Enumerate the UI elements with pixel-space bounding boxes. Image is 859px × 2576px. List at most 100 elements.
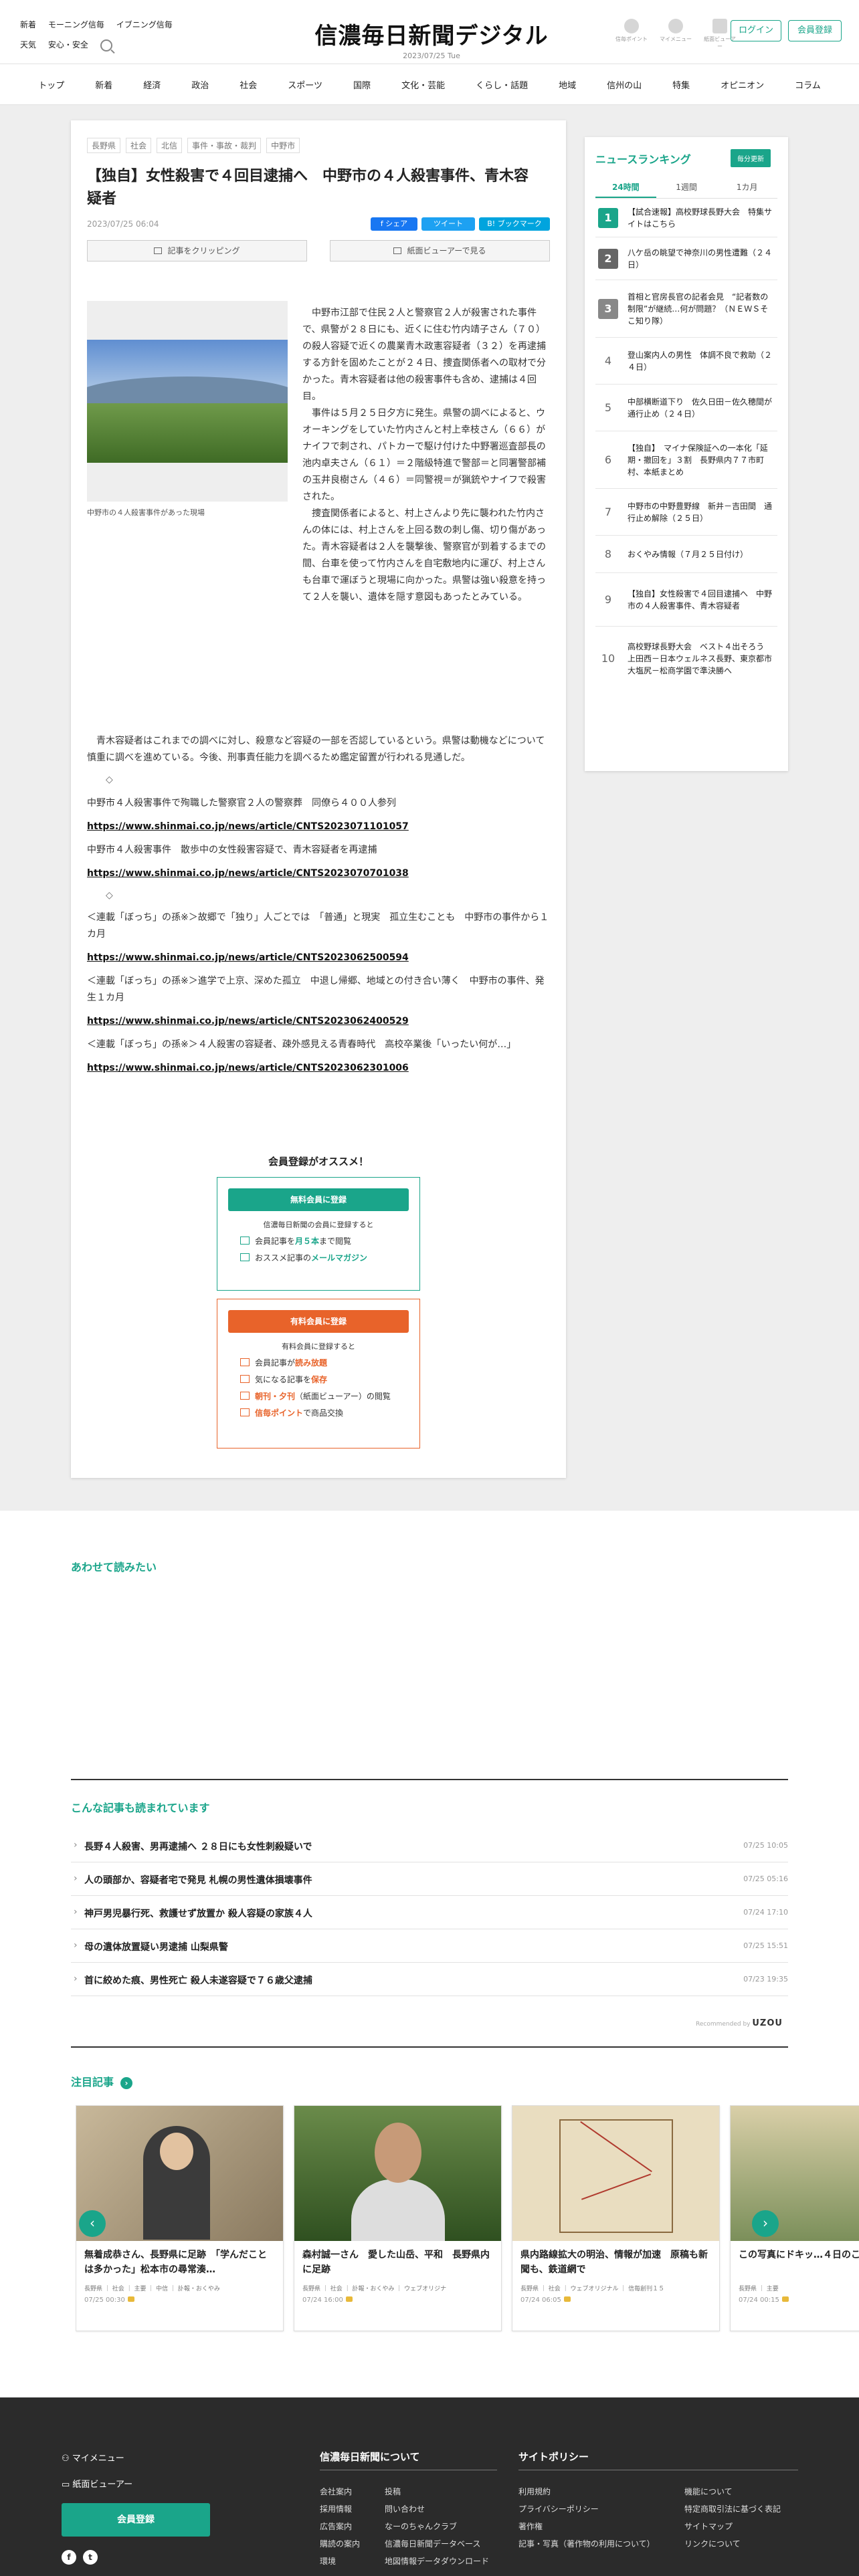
clip-icon (154, 247, 163, 254)
footer-mymenu-link[interactable]: ⚇ マイメニュー (62, 2451, 210, 2464)
related-text: ＜連載「ぼっち」の孫※＞故郷で「独り」人ごとでは 「普通」と現実 孤立生むことも… (87, 912, 549, 940)
related-link[interactable]: https://www.shinmai.co.jp/news/article/C… (87, 1060, 550, 1077)
user-icon (668, 19, 683, 33)
ranking-item[interactable]: 9 【独自】女性殺害で４回目逮捕へ 中野市の４人殺害事件、青木容疑者 (595, 573, 777, 627)
nav-item[interactable]: 信州の山 (591, 78, 657, 91)
benefit-item: 朝刊・夕刊（紙面ビューアー）の閲覧 (240, 1390, 409, 1402)
ranking-item[interactable]: 5 中部横断道下り 佐久日田－佐久穂間が通行止め（２４日） (595, 385, 777, 431)
twitter-icon[interactable]: t (83, 2550, 98, 2565)
card-categories: 長野県 ｜ 社会 ｜ 訃報・おくやみ ｜ ウェブオリジナ (302, 2286, 447, 2292)
carousel-next-button[interactable]: › (752, 2210, 779, 2237)
related-link[interactable]: https://www.shinmai.co.jp/news/article/C… (87, 950, 550, 966)
featured-card[interactable]: 県内路線拡大の明治、情報が加速 原稿も新聞も、鉄道網で 長野県 ｜ 社会 ｜ ウ… (512, 2105, 720, 2331)
nav-item[interactable]: 社会 (224, 78, 272, 91)
tab-1month[interactable]: 1カ月 (717, 177, 777, 198)
nav-item[interactable]: コラム (779, 78, 836, 91)
ranking-item[interactable]: 7 中野市の中野豊野線 新井－吉田間 通行止め解除（２５日） (595, 489, 777, 536)
article-title: 【独自】女性殺害で４回目逮捕へ 中野市の４人殺害事件、青木容疑者 (87, 168, 529, 207)
paragraph: 中野市江部で住民２人と警察官２人が殺害された事件で、県警が２８日にも、近くに住む… (302, 308, 546, 402)
link-evening[interactable]: イブニング信毎 (116, 20, 173, 29)
ranking-item[interactable]: 2 八ケ岳の眺望で神奈川の男性遭難（２４日） (595, 237, 777, 280)
lock-icon (127, 2296, 134, 2302)
article-card: 長野県 社会 北信 事件・事故・裁判 中野市 【独自】女性殺害で４回目逮捕へ 中… (71, 120, 566, 1478)
twitter-share-button[interactable]: ツイート (421, 217, 475, 231)
mymenu-button[interactable]: マイメニュー (658, 19, 693, 50)
tag[interactable]: 事件・事故・裁判 (187, 138, 262, 153)
nav-item[interactable]: くらし・話題 (460, 78, 543, 91)
related-link[interactable]: https://www.shinmai.co.jp/news/article/C… (87, 1013, 550, 1030)
card-image (731, 2106, 859, 2241)
nav-item[interactable]: 経済 (128, 78, 176, 91)
recommend-credit[interactable]: Recommended by UZOU (696, 2018, 783, 2028)
nav-item[interactable]: 政治 (176, 78, 224, 91)
site-footer: ⚇ マイメニュー ▭ 紙面ビューアー 会員登録 ft 信濃毎日新聞について 会社… (0, 2397, 859, 2576)
ranking-header: ニュースランキング 毎分更新 (595, 148, 777, 168)
paid-register-button[interactable]: 有料会員に登録 (228, 1310, 409, 1333)
login-button[interactable]: ログイン (731, 20, 781, 41)
link-weather[interactable]: 天気 (20, 40, 36, 49)
ranking-item[interactable]: 10 高校野球長野大会 ベスト４出そろう 上田西－日本ウェルネス長野、東京都市大塩… (595, 627, 777, 691)
footer-policy-links-a: 利用規約 プライバシーポリシー 著作権 記事・写真（著作物の利用について） (518, 2487, 655, 2549)
ranking-title: ニュースランキング (595, 153, 691, 166)
nav-item[interactable]: 文化・芸能 (386, 78, 460, 91)
tab-24h[interactable]: 24時間 (595, 177, 656, 198)
nav-item[interactable]: 新着 (80, 78, 128, 91)
promo-heading: 会員登録がオススメ！ (268, 1156, 369, 1168)
search-icon[interactable] (100, 39, 112, 51)
article-body-side: 中野市江部で住民２人と警察官２人が殺害された事件で、県警が２８日にも、近くに住む… (302, 305, 551, 606)
viewer-open-button[interactable]: 紙面ビューアーで見る (330, 240, 550, 261)
featured-card[interactable]: この写真にドキッ…４日のことを 長野県 ｜ 主要 07/24 00:15 (730, 2105, 859, 2331)
site-logo[interactable]: 信濃毎日新聞デジタル 2023/07/25 Tue (314, 17, 549, 60)
tag[interactable]: 社会 (126, 138, 152, 153)
popular-item[interactable]: 神戸男児暴行死、救護せず放置か 殺人容疑の家族４人07/24 17:10 (71, 1896, 788, 1929)
nav-item[interactable]: オピニオン (705, 78, 779, 91)
related-link[interactable]: https://www.shinmai.co.jp/news/article/C… (87, 819, 550, 835)
mail-icon (240, 1253, 250, 1261)
point-button[interactable]: 信毎ポイント (614, 19, 649, 50)
arrow-right-icon[interactable]: › (120, 2077, 133, 2089)
register-button[interactable]: 会員登録 (788, 20, 842, 41)
footer-register-button[interactable]: 会員登録 (62, 2503, 210, 2537)
ranking-item[interactable]: 6 【独自】 マイナ保険証への一本化「延期・撤回を」３割 長野県内７７市町村、本紙… (595, 431, 777, 489)
tag[interactable]: 中野市 (266, 138, 300, 153)
tag[interactable]: 長野県 (87, 138, 121, 153)
nav-item[interactable]: トップ (23, 78, 80, 91)
nav-item[interactable]: 特集 (657, 78, 705, 91)
card-time: 07/24 00:15 (731, 2292, 859, 2304)
footer-viewer-link[interactable]: ▭ 紙面ビューアー (62, 2477, 210, 2490)
lock-icon (345, 2296, 353, 2302)
ranking-item[interactable]: 3 首相と官房長官の記者会見 “記者数の制限”が継続…何が問題？（ＮＥＷＳそこ知り… (595, 280, 777, 338)
featured-card[interactable]: 無着成恭さん、長野県に足跡 「学んだことは多かった」松本市の尋常湊… 長野県 ｜… (76, 2105, 284, 2331)
ranking-item[interactable]: 4 登山案内人の男性 体調不良で救助（２４日） (595, 338, 777, 385)
card-title: 森村誠一さん 愛した山岳、平和 長野県内に足跡 (302, 2250, 490, 2275)
free-register-button[interactable]: 無料会員に登録 (228, 1188, 409, 1211)
popular-item[interactable]: 首に絞めた痕、男性死亡 殺人未遂容疑で７６歳父逮捕07/23 19:35 (71, 1963, 788, 1996)
ranking-item[interactable]: 1 【試合速報】高校野球長野大会 特集サイトはこちら (595, 199, 777, 237)
link-safety[interactable]: 安心・安全 (48, 40, 88, 49)
related-link[interactable]: https://www.shinmai.co.jp/news/article/C… (87, 865, 550, 882)
popular-item[interactable]: 母の遺体放置疑い男逮捕 山梨県警07/25 15:51 (71, 1929, 788, 1963)
popular-item[interactable]: 長野４人殺害、男再逮捕へ ２８日にも女性刺殺疑いで07/25 10:05 (71, 1829, 788, 1862)
link-morning[interactable]: モーニング信毎 (48, 20, 104, 29)
benefit-item: 会員記事が読み放題 (240, 1357, 409, 1368)
rank-number: 1 (598, 207, 618, 228)
featured-card[interactable]: 森村誠一さん 愛した山岳、平和 長野県内に足跡 長野県 ｜ 社会 ｜ 訃報・おく… (294, 2105, 502, 2331)
rank-title: おくやみ情報（７月２５日付け） (628, 549, 749, 559)
card-time: 07/25 00:30 (76, 2292, 283, 2304)
hatena-bookmark-button[interactable]: B! ブックマーク (479, 217, 550, 231)
tag[interactable]: 北信 (157, 138, 183, 153)
tab-1week[interactable]: 1週間 (656, 177, 717, 198)
nav-item[interactable]: 国際 (338, 78, 386, 91)
facebook-icon[interactable]: f (62, 2550, 76, 2565)
article-photo[interactable]: 中野市の４人殺害事件があった現場 (87, 301, 288, 518)
clip-button[interactable]: 記事をクリッピング (87, 240, 307, 261)
ranking-item[interactable]: 8 おくやみ情報（７月２５日付け） (595, 536, 777, 573)
link-new[interactable]: 新着 (20, 20, 36, 29)
nav-item[interactable]: 地域 (543, 78, 591, 91)
carousel-prev-button[interactable]: ‹ (79, 2210, 106, 2237)
popular-item[interactable]: 人の頭部か、容疑者宅で発見 札幌の男性遺体損壊事件07/25 05:16 (71, 1862, 788, 1896)
facebook-share-button[interactable]: f シェア (371, 217, 417, 231)
header-icon-group: 信毎ポイント マイメニュー 紙面ビューアー (614, 19, 737, 50)
nav-item[interactable]: スポーツ (272, 78, 338, 91)
photo-image (87, 340, 288, 463)
